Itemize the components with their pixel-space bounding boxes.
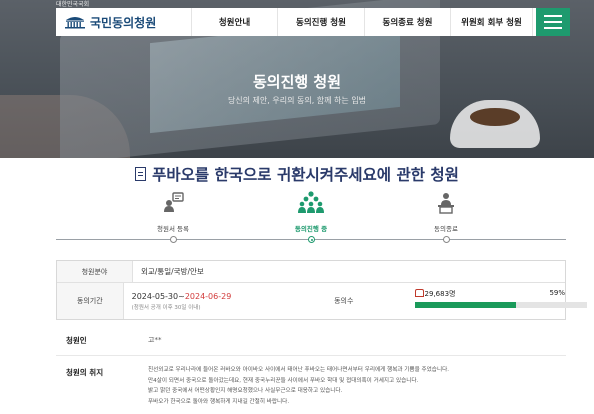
progress-steps: 청원서 등록 동의진행 중 동의종료 xyxy=(56,188,566,248)
step-closed-dot xyxy=(443,236,450,243)
petition-title-text: 푸바오를 한국으로 귀환시켜주세요에 관한 청원 xyxy=(152,166,459,184)
hamburger-icon-line xyxy=(544,21,562,23)
gov-label[interactable]: 대한민국국회 xyxy=(56,0,89,8)
purpose-label: 청원의 취지 xyxy=(66,368,104,377)
period-note: (청원서 공개 이후 30일 이내) xyxy=(131,304,201,311)
petitioner-value: 고** xyxy=(148,336,162,344)
purpose-line: 밝고 맑던 중국에서 어떤상황인지 해명요청했으나 사실무근으로 대응하고 있습… xyxy=(148,388,343,394)
period-end: 2024-06-29 xyxy=(184,291,232,301)
main-navbar: 국민동의청원 청원안내 동의진행 청원 동의종료 청원 위원회 회부 청원 xyxy=(56,8,570,36)
step-in-progress: 동의진행 중 xyxy=(261,188,361,243)
votes-progress-bar xyxy=(414,302,587,308)
hero-photo-coffee xyxy=(470,108,520,126)
period-label: 동의기간 xyxy=(57,283,124,319)
step-in-progress-dot xyxy=(308,236,315,243)
step-register-dot xyxy=(170,236,177,243)
step-register-label: 청원서 등록 xyxy=(157,225,189,233)
top-utility-bar: 대한민국국회 xyxy=(56,0,536,8)
votes-percent: 59% xyxy=(549,289,565,297)
site-logo[interactable]: 국민동의청원 xyxy=(56,8,192,36)
hamburger-menu-button[interactable] xyxy=(536,8,570,36)
details-divider xyxy=(56,355,566,356)
field-value: 외교/통일/국방/안보 xyxy=(141,267,204,276)
assembly-building-icon xyxy=(65,17,85,29)
purpose-line: 만4살이 되면서 중국으로 돌아갔는데요, 현재 중국누리꾼들 사이에서 푸바오… xyxy=(148,377,419,384)
step-in-progress-label: 동의진행 중 xyxy=(294,225,328,233)
step-closed: 동의종료 xyxy=(396,188,496,243)
nav-committee-petitions[interactable]: 위원회 회부 청원 xyxy=(451,8,533,36)
info-row-period: 동의기간 2024-05-30~2024-06-29 (청원서 공개 이후 30… xyxy=(57,283,587,319)
votes-progress-fill xyxy=(414,302,517,308)
purpose-line: 친선외교로 우리나라에 들어온 러바오와 아이바오 사이에서 태어난 푸바오는 … xyxy=(148,367,450,373)
ballot-icon xyxy=(414,289,424,297)
hamburger-icon-line xyxy=(544,27,562,29)
people-group-icon xyxy=(298,191,324,213)
nav-petition-guide[interactable]: 청원안내 xyxy=(192,8,278,36)
votes-count: 29,683명 xyxy=(414,289,456,299)
info-row-field: 청원분야 외교/통일/국방/안보 xyxy=(57,261,565,283)
logo-text: 국민동의청원 xyxy=(90,15,157,30)
votes-meter: 29,683명 59% xyxy=(414,289,587,313)
step-closed-label: 동의종료 xyxy=(434,225,458,233)
purpose-line: 푸바오가 한국으로 돌아와 행복하게 지내길 간절히 바랍니다. xyxy=(148,398,290,405)
hamburger-icon xyxy=(544,15,562,17)
nav-closed-petitions[interactable]: 동의종료 청원 xyxy=(365,8,451,36)
period-value: 2024-05-30~2024-06-29 (청원서 공개 이후 30일 이내) xyxy=(124,292,296,311)
step-register: 청원서 등록 xyxy=(123,188,223,243)
register-icon xyxy=(164,192,184,212)
purpose-body: 친선외교로 우리나라에 들어온 러바오와 아이바오 사이에서 태어난 푸바오는 … xyxy=(148,365,558,407)
petition-title: 푸바오를 한국으로 귀환시켜주세요에 관한 청원 xyxy=(0,163,594,185)
document-icon xyxy=(135,167,147,181)
hero-subtitle: 당신의 제안, 우리의 동의, 함께 하는 입법 xyxy=(227,96,367,105)
field-label: 청원분야 xyxy=(57,261,133,282)
hero-title: 동의진행 청원 xyxy=(252,73,342,91)
period-dates: 2024-05-30~2024-06-29 xyxy=(132,292,296,301)
votes-count-text: 29,683명 xyxy=(424,290,456,298)
votes-label: 동의수 xyxy=(334,297,354,305)
period-start: 2024-05-30~ xyxy=(131,291,185,301)
petitioner-label: 청원인 xyxy=(66,336,87,345)
petition-info-table: 청원분야 외교/통일/국방/안보 동의기간 2024-05-30~2024-06… xyxy=(56,260,587,320)
nav-ongoing-petitions[interactable]: 동의진행 청원 xyxy=(278,8,365,36)
person-podium-icon xyxy=(438,193,454,214)
